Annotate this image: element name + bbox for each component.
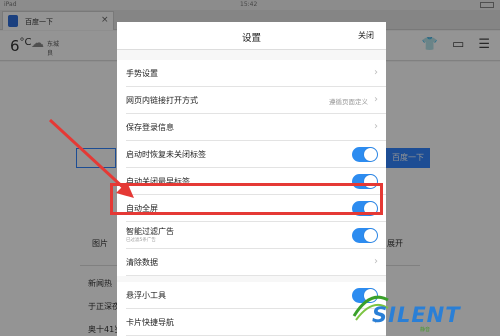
settings-modal: 设置 关闭 手势设置 › 网页内链接打开方式 遵循页面定义 › 保存登录信息 ›…: [117, 22, 386, 336]
setting-label: 网页内链接打开方式: [126, 96, 198, 105]
setting-save-login[interactable]: 保存登录信息 ›: [117, 114, 386, 141]
chevron-right-icon: ›: [374, 67, 378, 78]
chevron-right-icon: ›: [374, 121, 378, 132]
setting-floating-widget: 悬浮小工具: [117, 282, 386, 309]
setting-link-open-mode[interactable]: 网页内链接打开方式 遵循页面定义 ›: [117, 87, 386, 114]
watermark-text: SILENT: [372, 303, 461, 327]
watermark-subtext: 静音: [420, 327, 431, 333]
setting-ad-filter: 智能过滤广告 已过滤5条广告: [117, 222, 386, 249]
ad-filter-toggle[interactable]: [352, 228, 378, 243]
modal-header: 设置 关闭: [117, 22, 386, 50]
toggle-knob: [364, 148, 377, 161]
setting-label: 悬浮小工具: [126, 291, 166, 300]
setting-sublabel: 已过滤5条广告: [126, 238, 156, 243]
setting-card-nav[interactable]: 卡片快捷导航 ›: [117, 309, 386, 336]
setting-clear-data[interactable]: 清除数据 ›: [117, 249, 386, 276]
modal-title: 设置: [241, 33, 261, 44]
setting-restore-tabs: 启动时恢复未关闭标签: [117, 141, 386, 168]
setting-label: 清除数据: [126, 258, 158, 267]
toggle-knob: [364, 229, 377, 242]
setting-value: 遵循页面定义: [329, 98, 368, 106]
chevron-right-icon: ›: [374, 94, 378, 105]
close-button[interactable]: 关闭: [358, 30, 374, 41]
setting-gesture[interactable]: 手势设置 ›: [117, 60, 386, 87]
setting-label: 手势设置: [126, 69, 158, 78]
setting-label: 卡片快捷导航: [126, 318, 174, 327]
highlight-box: [110, 183, 383, 215]
setting-label: 启动时恢复未关闭标签: [126, 150, 206, 159]
chevron-right-icon: ›: [374, 256, 378, 267]
restore-tabs-toggle[interactable]: [352, 147, 378, 162]
setting-label: 保存登录信息: [126, 123, 174, 132]
setting-label: 智能过滤广告: [126, 227, 174, 236]
